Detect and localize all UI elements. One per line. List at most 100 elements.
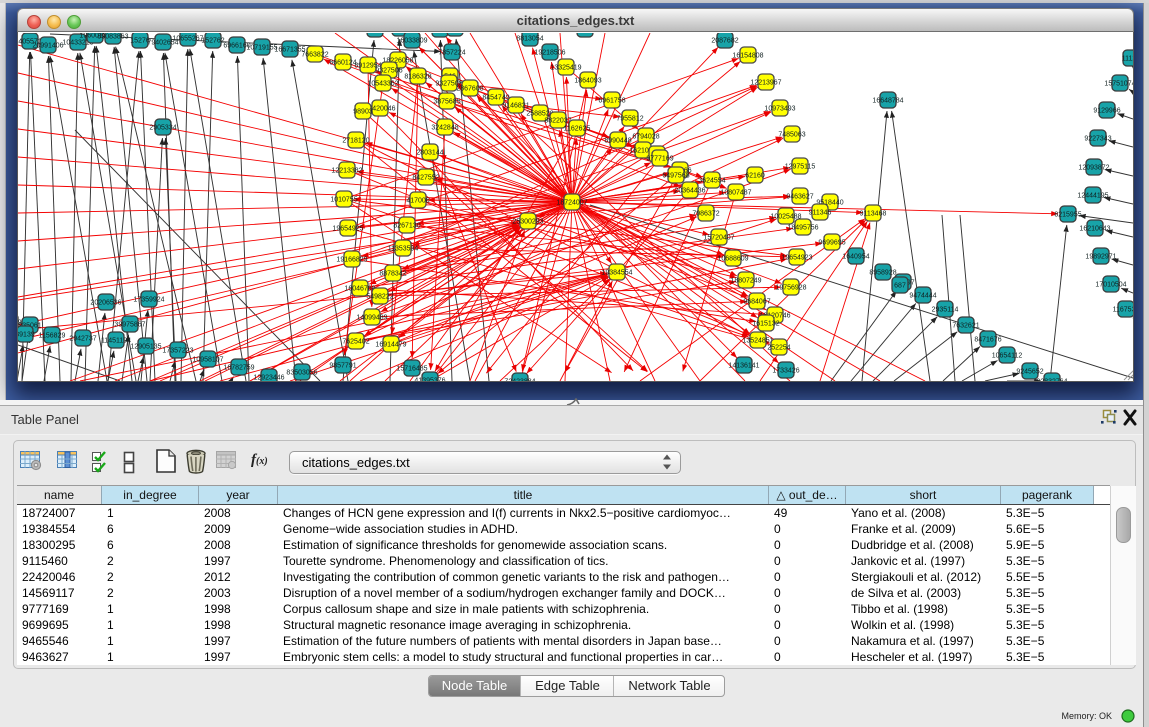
svg-text:16914479: 16914479 bbox=[375, 342, 406, 349]
svg-text:15720407: 15720407 bbox=[703, 235, 734, 242]
svg-text:417006: 417006 bbox=[406, 198, 429, 205]
svg-text:12093872: 12093872 bbox=[1078, 165, 1109, 172]
svg-text:18807249: 18807249 bbox=[730, 278, 761, 285]
svg-text:83503056: 83503056 bbox=[286, 370, 317, 377]
svg-text:1156829: 1156829 bbox=[39, 333, 66, 340]
svg-text:6961758: 6961758 bbox=[598, 98, 625, 105]
svg-text:9113468: 9113468 bbox=[860, 211, 887, 218]
svg-text:1864093: 1864093 bbox=[574, 78, 601, 85]
svg-text:19166829: 19166829 bbox=[336, 257, 367, 264]
svg-text:17010504: 17010504 bbox=[1095, 282, 1126, 289]
svg-text:9699695: 9699695 bbox=[818, 240, 845, 247]
svg-text:2718120: 2718120 bbox=[342, 138, 369, 145]
svg-text:19892971: 19892971 bbox=[1085, 254, 1116, 261]
svg-text:62160: 62160 bbox=[745, 173, 765, 180]
svg-text:15751074: 15751074 bbox=[1104, 81, 1133, 88]
svg-text:1733426: 1733426 bbox=[772, 368, 799, 375]
svg-text:10958107: 10958107 bbox=[192, 357, 223, 364]
svg-text:1615132: 1615132 bbox=[752, 321, 779, 328]
svg-text:6794028: 6794028 bbox=[632, 134, 659, 141]
svg-text:687: 687 bbox=[894, 283, 906, 290]
svg-text:72423884: 72423884 bbox=[504, 379, 535, 382]
svg-text:18724007: 18724007 bbox=[556, 200, 587, 207]
svg-text:5498222: 5498222 bbox=[366, 294, 393, 301]
svg-text:16648784: 16648784 bbox=[872, 98, 903, 105]
svg-text:2905334: 2905334 bbox=[149, 125, 176, 132]
svg-text:12975115: 12975115 bbox=[785, 164, 816, 171]
svg-text:20991406: 20991406 bbox=[32, 43, 63, 50]
svg-text:9245652: 9245652 bbox=[1016, 369, 1043, 376]
svg-text:8822037: 8822037 bbox=[544, 118, 571, 125]
svg-text:10719155: 10719155 bbox=[246, 45, 277, 52]
svg-text:8471676: 8471676 bbox=[974, 337, 1001, 344]
svg-text:11451194: 11451194 bbox=[101, 338, 131, 345]
svg-text:1010755: 1010755 bbox=[330, 197, 357, 204]
svg-text:9327506: 9327506 bbox=[375, 68, 402, 75]
svg-text:3624554: 3624554 bbox=[698, 178, 725, 185]
svg-text:13325419: 13325419 bbox=[550, 65, 581, 72]
svg-text:19654925: 19654925 bbox=[332, 226, 363, 233]
svg-text:13524851: 13524851 bbox=[742, 338, 773, 345]
svg-text:9129966: 9129966 bbox=[1093, 108, 1120, 115]
svg-text:6497568: 6497568 bbox=[662, 173, 689, 180]
svg-text:3242848: 3242848 bbox=[431, 125, 458, 132]
svg-text:10807487: 10807487 bbox=[720, 190, 751, 197]
svg-text:152762: 152762 bbox=[201, 38, 224, 45]
svg-text:8215955: 8215955 bbox=[1054, 212, 1081, 219]
svg-text:16154808: 16154808 bbox=[732, 53, 763, 60]
svg-text:9684067: 9684067 bbox=[743, 299, 770, 306]
svg-text:19756928: 19756928 bbox=[775, 285, 806, 292]
svg-text:11124: 11124 bbox=[1122, 56, 1133, 63]
svg-text:98903: 98903 bbox=[353, 109, 373, 116]
svg-text:8454749: 8454749 bbox=[482, 95, 509, 102]
svg-text:8813054: 8813054 bbox=[516, 36, 543, 43]
svg-text:10655267: 10655267 bbox=[172, 36, 203, 43]
svg-text:92832764: 92832764 bbox=[1036, 379, 1067, 382]
svg-text:16782759: 16782759 bbox=[223, 365, 254, 372]
svg-text:319139: 319139 bbox=[18, 320, 22, 327]
svg-text:75255341: 75255341 bbox=[569, 33, 600, 34]
svg-text:9227343: 9227343 bbox=[1084, 136, 1111, 143]
svg-text:16033809: 16033809 bbox=[396, 38, 427, 45]
svg-text:25300293: 25300293 bbox=[512, 219, 543, 226]
svg-text:19384554: 19384554 bbox=[601, 270, 632, 277]
svg-text:2087682: 2087682 bbox=[711, 38, 738, 45]
svg-text:12213967: 12213967 bbox=[750, 80, 781, 87]
svg-text:17359924: 17359924 bbox=[133, 297, 164, 304]
svg-text:16210643: 16210643 bbox=[1079, 226, 1110, 233]
svg-text:19654923: 19654923 bbox=[781, 255, 812, 262]
svg-text:8427552: 8427552 bbox=[412, 175, 439, 182]
svg-text:911346: 911346 bbox=[809, 210, 832, 217]
svg-text:7485063: 7485063 bbox=[778, 132, 805, 139]
svg-text:8878342: 8878342 bbox=[379, 271, 406, 278]
svg-text:12213382: 12213382 bbox=[331, 168, 362, 175]
svg-text:7955812: 7955812 bbox=[616, 116, 643, 123]
svg-text:2867608: 2867608 bbox=[456, 86, 483, 93]
svg-text:8990448: 8990448 bbox=[604, 138, 631, 145]
svg-text:16046768: 16046768 bbox=[344, 286, 375, 293]
svg-text:7986372: 7986372 bbox=[692, 211, 719, 218]
svg-text:14136141: 14136141 bbox=[728, 363, 759, 370]
svg-text:10543362: 10543362 bbox=[367, 81, 398, 88]
svg-text:9474444: 9474444 bbox=[909, 293, 936, 300]
svg-text:8267130: 8267130 bbox=[393, 223, 420, 230]
svg-text:2803144: 2803144 bbox=[416, 150, 443, 157]
svg-text:17357223: 17357223 bbox=[162, 348, 193, 355]
svg-text:10688609: 10688609 bbox=[717, 256, 748, 263]
svg-text:2935114: 2935114 bbox=[932, 307, 959, 314]
svg-text:11353594: 11353594 bbox=[388, 246, 419, 253]
svg-text:1640954: 1640954 bbox=[842, 254, 869, 261]
svg-text:252254: 252254 bbox=[767, 345, 790, 352]
svg-text:1162625: 1162625 bbox=[564, 126, 591, 133]
svg-text:2942737: 2942737 bbox=[69, 336, 96, 343]
svg-text:39975867: 39975867 bbox=[114, 322, 145, 329]
svg-text:9777169: 9777169 bbox=[646, 156, 673, 163]
svg-text:10654112: 10654112 bbox=[992, 353, 1023, 360]
svg-text:15716485: 15716485 bbox=[396, 366, 427, 373]
svg-text:8186328: 8186328 bbox=[404, 74, 431, 81]
svg-text:12444195: 12444195 bbox=[1077, 193, 1108, 200]
svg-text:39139: 39139 bbox=[18, 332, 35, 339]
svg-text:18495756: 18495756 bbox=[787, 225, 818, 232]
svg-text:12905135: 12905135 bbox=[130, 344, 161, 351]
svg-text:9463627: 9463627 bbox=[786, 194, 813, 201]
